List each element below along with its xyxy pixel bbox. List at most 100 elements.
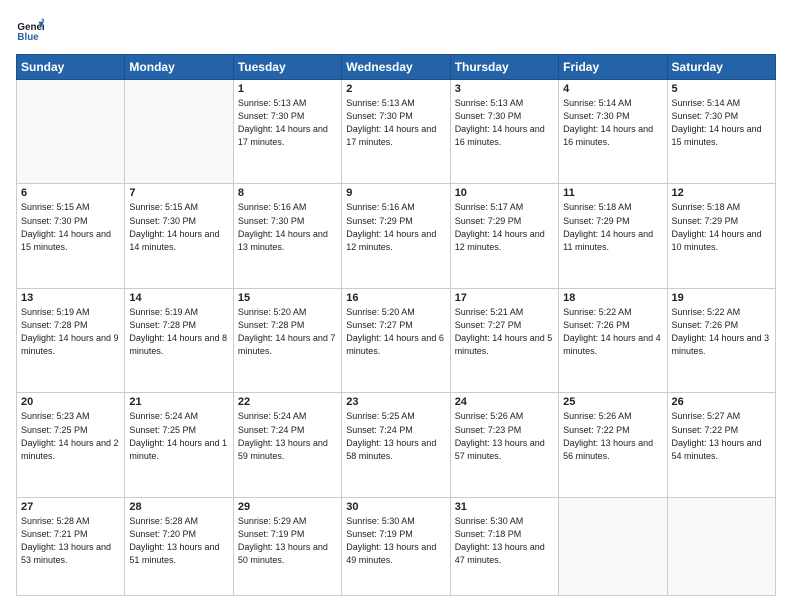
day-info: Sunrise: 5:29 AM Sunset: 7:19 PM Dayligh… xyxy=(238,515,337,567)
weekday-header-wednesday: Wednesday xyxy=(342,55,450,80)
day-info: Sunrise: 5:26 AM Sunset: 7:22 PM Dayligh… xyxy=(563,410,662,462)
weekday-header-sunday: Sunday xyxy=(17,55,125,80)
day-info: Sunrise: 5:22 AM Sunset: 7:26 PM Dayligh… xyxy=(672,306,771,358)
day-number: 14 xyxy=(129,292,228,304)
calendar-cell: 26 Sunrise: 5:27 AM Sunset: 7:22 PM Dayli… xyxy=(667,393,775,497)
day-number: 19 xyxy=(672,292,771,304)
day-number: 23 xyxy=(346,396,445,408)
calendar-cell: 10 Sunrise: 5:17 AM Sunset: 7:29 PM Dayli… xyxy=(450,184,558,288)
calendar-cell: 25 Sunrise: 5:26 AM Sunset: 7:22 PM Dayli… xyxy=(559,393,667,497)
day-number: 3 xyxy=(455,83,554,95)
weekday-header-monday: Monday xyxy=(125,55,233,80)
svg-text:Blue: Blue xyxy=(17,32,39,43)
day-info: Sunrise: 5:26 AM Sunset: 7:23 PM Dayligh… xyxy=(455,410,554,462)
logo-icon: General Blue xyxy=(16,16,44,44)
calendar-cell: 23 Sunrise: 5:25 AM Sunset: 7:24 PM Dayli… xyxy=(342,393,450,497)
day-number: 11 xyxy=(563,187,662,199)
calendar-cell: 31 Sunrise: 5:30 AM Sunset: 7:18 PM Dayli… xyxy=(450,497,558,595)
calendar-cell: 9 Sunrise: 5:16 AM Sunset: 7:29 PM Daylig… xyxy=(342,184,450,288)
calendar-cell: 30 Sunrise: 5:30 AM Sunset: 7:19 PM Dayli… xyxy=(342,497,450,595)
day-number: 21 xyxy=(129,396,228,408)
day-number: 4 xyxy=(563,83,662,95)
calendar-cell: 18 Sunrise: 5:22 AM Sunset: 7:26 PM Dayli… xyxy=(559,288,667,392)
calendar-cell: 7 Sunrise: 5:15 AM Sunset: 7:30 PM Daylig… xyxy=(125,184,233,288)
calendar-cell xyxy=(667,497,775,595)
calendar-cell: 13Sunrise: 5:19 AM Sunset: 7:28 PM Dayli… xyxy=(17,288,125,392)
calendar-cell: 28 Sunrise: 5:28 AM Sunset: 7:20 PM Dayli… xyxy=(125,497,233,595)
day-number: 24 xyxy=(455,396,554,408)
day-number: 5 xyxy=(672,83,771,95)
day-number: 9 xyxy=(346,187,445,199)
calendar-cell: 1 Sunrise: 5:13 AM Sunset: 7:30 PM Daylig… xyxy=(233,80,341,184)
calendar-cell xyxy=(17,80,125,184)
day-number: 27 xyxy=(21,501,120,513)
calendar-cell: 16Sunrise: 5:20 AM Sunset: 7:27 PM Dayli… xyxy=(342,288,450,392)
day-info: Sunrise: 5:19 AM Sunset: 7:28 PM Dayligh… xyxy=(21,306,120,358)
day-info: Sunrise: 5:17 AM Sunset: 7:29 PM Dayligh… xyxy=(455,201,554,253)
calendar-cell: 22 Sunrise: 5:24 AM Sunset: 7:24 PM Dayli… xyxy=(233,393,341,497)
calendar-cell xyxy=(559,497,667,595)
day-number: 29 xyxy=(238,501,337,513)
weekday-header-row: SundayMondayTuesdayWednesdayThursdayFrid… xyxy=(17,55,776,80)
day-info: Sunrise: 5:30 AM Sunset: 7:19 PM Dayligh… xyxy=(346,515,445,567)
day-number: 17 xyxy=(455,292,554,304)
day-info: Sunrise: 5:22 AM Sunset: 7:26 PM Dayligh… xyxy=(563,306,662,358)
day-info: Sunrise: 5:16 AM Sunset: 7:29 PM Dayligh… xyxy=(346,201,445,253)
day-number: 20 xyxy=(21,396,120,408)
header: General Blue xyxy=(16,16,776,44)
day-info: Sunrise: 5:30 AM Sunset: 7:18 PM Dayligh… xyxy=(455,515,554,567)
weekday-header-thursday: Thursday xyxy=(450,55,558,80)
day-info: Sunrise: 5:27 AM Sunset: 7:22 PM Dayligh… xyxy=(672,410,771,462)
day-info: Sunrise: 5:28 AM Sunset: 7:21 PM Dayligh… xyxy=(21,515,120,567)
calendar-cell: 11 Sunrise: 5:18 AM Sunset: 7:29 PM Dayli… xyxy=(559,184,667,288)
day-info: Sunrise: 5:18 AM Sunset: 7:29 PM Dayligh… xyxy=(563,201,662,253)
day-info: Sunrise: 5:13 AM Sunset: 7:30 PM Dayligh… xyxy=(455,97,554,149)
day-info: Sunrise: 5:18 AM Sunset: 7:29 PM Dayligh… xyxy=(672,201,771,253)
day-info: Sunrise: 5:20 AM Sunset: 7:28 PM Dayligh… xyxy=(238,306,337,358)
calendar-cell: 2 Sunrise: 5:13 AM Sunset: 7:30 PM Daylig… xyxy=(342,80,450,184)
calendar-cell: 14 Sunrise: 5:19 AM Sunset: 7:28 PM Dayli… xyxy=(125,288,233,392)
day-info: Sunrise: 5:24 AM Sunset: 7:24 PM Dayligh… xyxy=(238,410,337,462)
day-number: 31 xyxy=(455,501,554,513)
day-number: 1 xyxy=(238,83,337,95)
day-info: Sunrise: 5:25 AM Sunset: 7:24 PM Dayligh… xyxy=(346,410,445,462)
calendar-cell: 19 Sunrise: 5:22 AM Sunset: 7:26 PM Dayli… xyxy=(667,288,775,392)
day-info: Sunrise: 5:28 AM Sunset: 7:20 PM Dayligh… xyxy=(129,515,228,567)
day-info: Sunrise: 5:21 AM Sunset: 7:27 PM Dayligh… xyxy=(455,306,554,358)
day-number: 12 xyxy=(672,187,771,199)
day-info: Sunrise: 5:14 AM Sunset: 7:30 PM Dayligh… xyxy=(672,97,771,149)
day-number: 26 xyxy=(672,396,771,408)
day-number: 28 xyxy=(129,501,228,513)
day-number: 15 xyxy=(238,292,337,304)
calendar: SundayMondayTuesdayWednesdayThursdayFrid… xyxy=(16,54,776,596)
calendar-cell: 5 Sunrise: 5:14 AM Sunset: 7:30 PM Daylig… xyxy=(667,80,775,184)
day-number: 6 xyxy=(21,187,120,199)
day-number: 8 xyxy=(238,187,337,199)
day-info: Sunrise: 5:23 AM Sunset: 7:25 PM Dayligh… xyxy=(21,410,120,462)
calendar-cell: 15 Sunrise: 5:20 AM Sunset: 7:28 PM Dayli… xyxy=(233,288,341,392)
calendar-cell: 21 Sunrise: 5:24 AM Sunset: 7:25 PM Dayli… xyxy=(125,393,233,497)
day-info: Sunrise: 5:13 AM Sunset: 7:30 PM Dayligh… xyxy=(238,97,337,149)
day-number: 10 xyxy=(455,187,554,199)
calendar-cell xyxy=(125,80,233,184)
weekday-header-saturday: Saturday xyxy=(667,55,775,80)
weekday-header-friday: Friday xyxy=(559,55,667,80)
day-number: 30 xyxy=(346,501,445,513)
calendar-cell: 12 Sunrise: 5:18 AM Sunset: 7:29 PM Dayli… xyxy=(667,184,775,288)
day-info: Sunrise: 5:24 AM Sunset: 7:25 PM Dayligh… xyxy=(129,410,228,462)
calendar-cell: 27 Sunrise: 5:28 AM Sunset: 7:21 PM Dayli… xyxy=(17,497,125,595)
day-info: Sunrise: 5:20 AM Sunset: 7:27 PM Dayligh… xyxy=(346,306,445,358)
day-info: Sunrise: 5:14 AM Sunset: 7:30 PM Dayligh… xyxy=(563,97,662,149)
weekday-header-tuesday: Tuesday xyxy=(233,55,341,80)
day-number: 25 xyxy=(563,396,662,408)
day-info: Sunrise: 5:13 AM Sunset: 7:30 PM Dayligh… xyxy=(346,97,445,149)
day-number: 22 xyxy=(238,396,337,408)
day-number: 18 xyxy=(563,292,662,304)
day-info: Sunrise: 5:15 AM Sunset: 7:30 PM Dayligh… xyxy=(129,201,228,253)
day-number: 2 xyxy=(346,83,445,95)
calendar-cell: 24 Sunrise: 5:26 AM Sunset: 7:23 PM Dayli… xyxy=(450,393,558,497)
calendar-cell: 8Sunrise: 5:16 AM Sunset: 7:30 PM Daylig… xyxy=(233,184,341,288)
day-number: 7 xyxy=(129,187,228,199)
day-info: Sunrise: 5:19 AM Sunset: 7:28 PM Dayligh… xyxy=(129,306,228,358)
calendar-cell: 29 Sunrise: 5:29 AM Sunset: 7:19 PM Dayli… xyxy=(233,497,341,595)
